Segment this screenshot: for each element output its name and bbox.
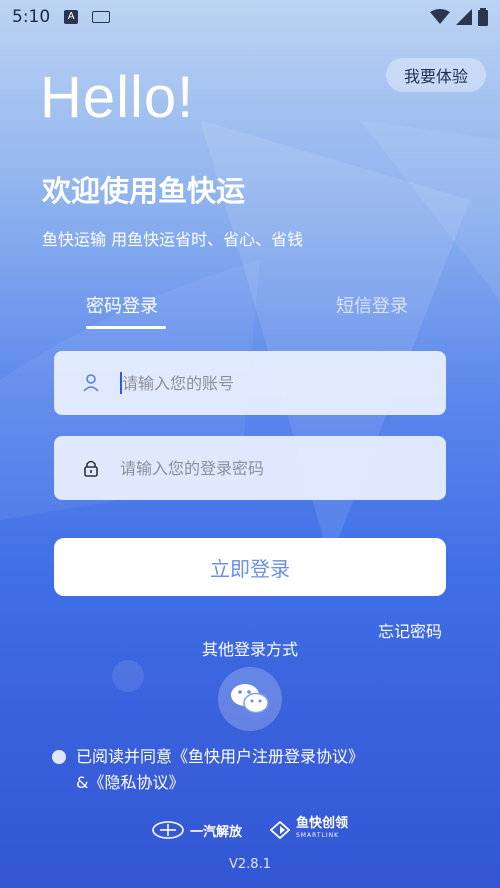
user-icon [83,374,99,392]
privacy-link[interactable]: 《隐私协议》 [88,773,184,792]
version-label: V2.8.1 [229,857,271,872]
password-input[interactable] [120,458,420,478]
agreement-text: 已阅读并同意《鱼快用户注册登录协议》 &《隐私协议》 [76,744,456,796]
password-field[interactable] [54,436,446,500]
keyboard-icon [92,11,111,23]
user-agreement-link[interactable]: 《鱼快用户注册登录协议》 [172,747,364,766]
smartlink-logo-text: 鱼快创领 [296,816,349,831]
status-bar: 5:10 A [0,0,500,34]
active-tab-indicator [86,326,166,329]
wechat-login-button[interactable] [218,667,282,731]
tab-password-login[interactable]: 密码登录 [86,292,158,318]
wifi-icon [430,9,450,24]
status-icons [430,8,488,26]
tab-sms-login[interactable]: 短信登录 [336,292,408,318]
subtitle: 鱼快运输 用鱼快运省时、省心、省钱 [42,230,304,249]
faw-emblem-icon [152,821,184,839]
welcome-title: 欢迎使用鱼快运 [42,174,246,208]
accessibility-icon: A [64,10,79,24]
other-login-title: 其他登录方式 [201,640,298,659]
agreement-checkbox[interactable] [52,750,66,764]
account-input[interactable] [122,373,422,393]
status-time: 5:10 [12,7,51,27]
trial-button[interactable]: 我要体验 [386,58,486,92]
hello-title: Hello! [40,65,195,130]
battery-icon [478,8,488,26]
signal-icon [456,9,472,25]
lock-icon [84,460,98,477]
smartlink-emblem-icon [270,821,290,839]
login-button[interactable]: 立即登录 [54,538,446,596]
wechat-icon [231,684,269,714]
faw-logo: 一汽解放 [152,821,242,840]
smartlink-logo: 鱼快创领 SMARTLINK [270,816,349,842]
agreement-prefix: 已阅读并同意 [76,747,173,766]
account-field[interactable] [54,351,446,415]
faw-logo-text: 一汽解放 [189,824,242,840]
smartlink-logo-subtext: SMARTLINK [296,832,340,839]
partner-logos: 一汽解放 鱼快创领 SMARTLINK [0,816,500,842]
agreement-and: & [76,773,89,792]
